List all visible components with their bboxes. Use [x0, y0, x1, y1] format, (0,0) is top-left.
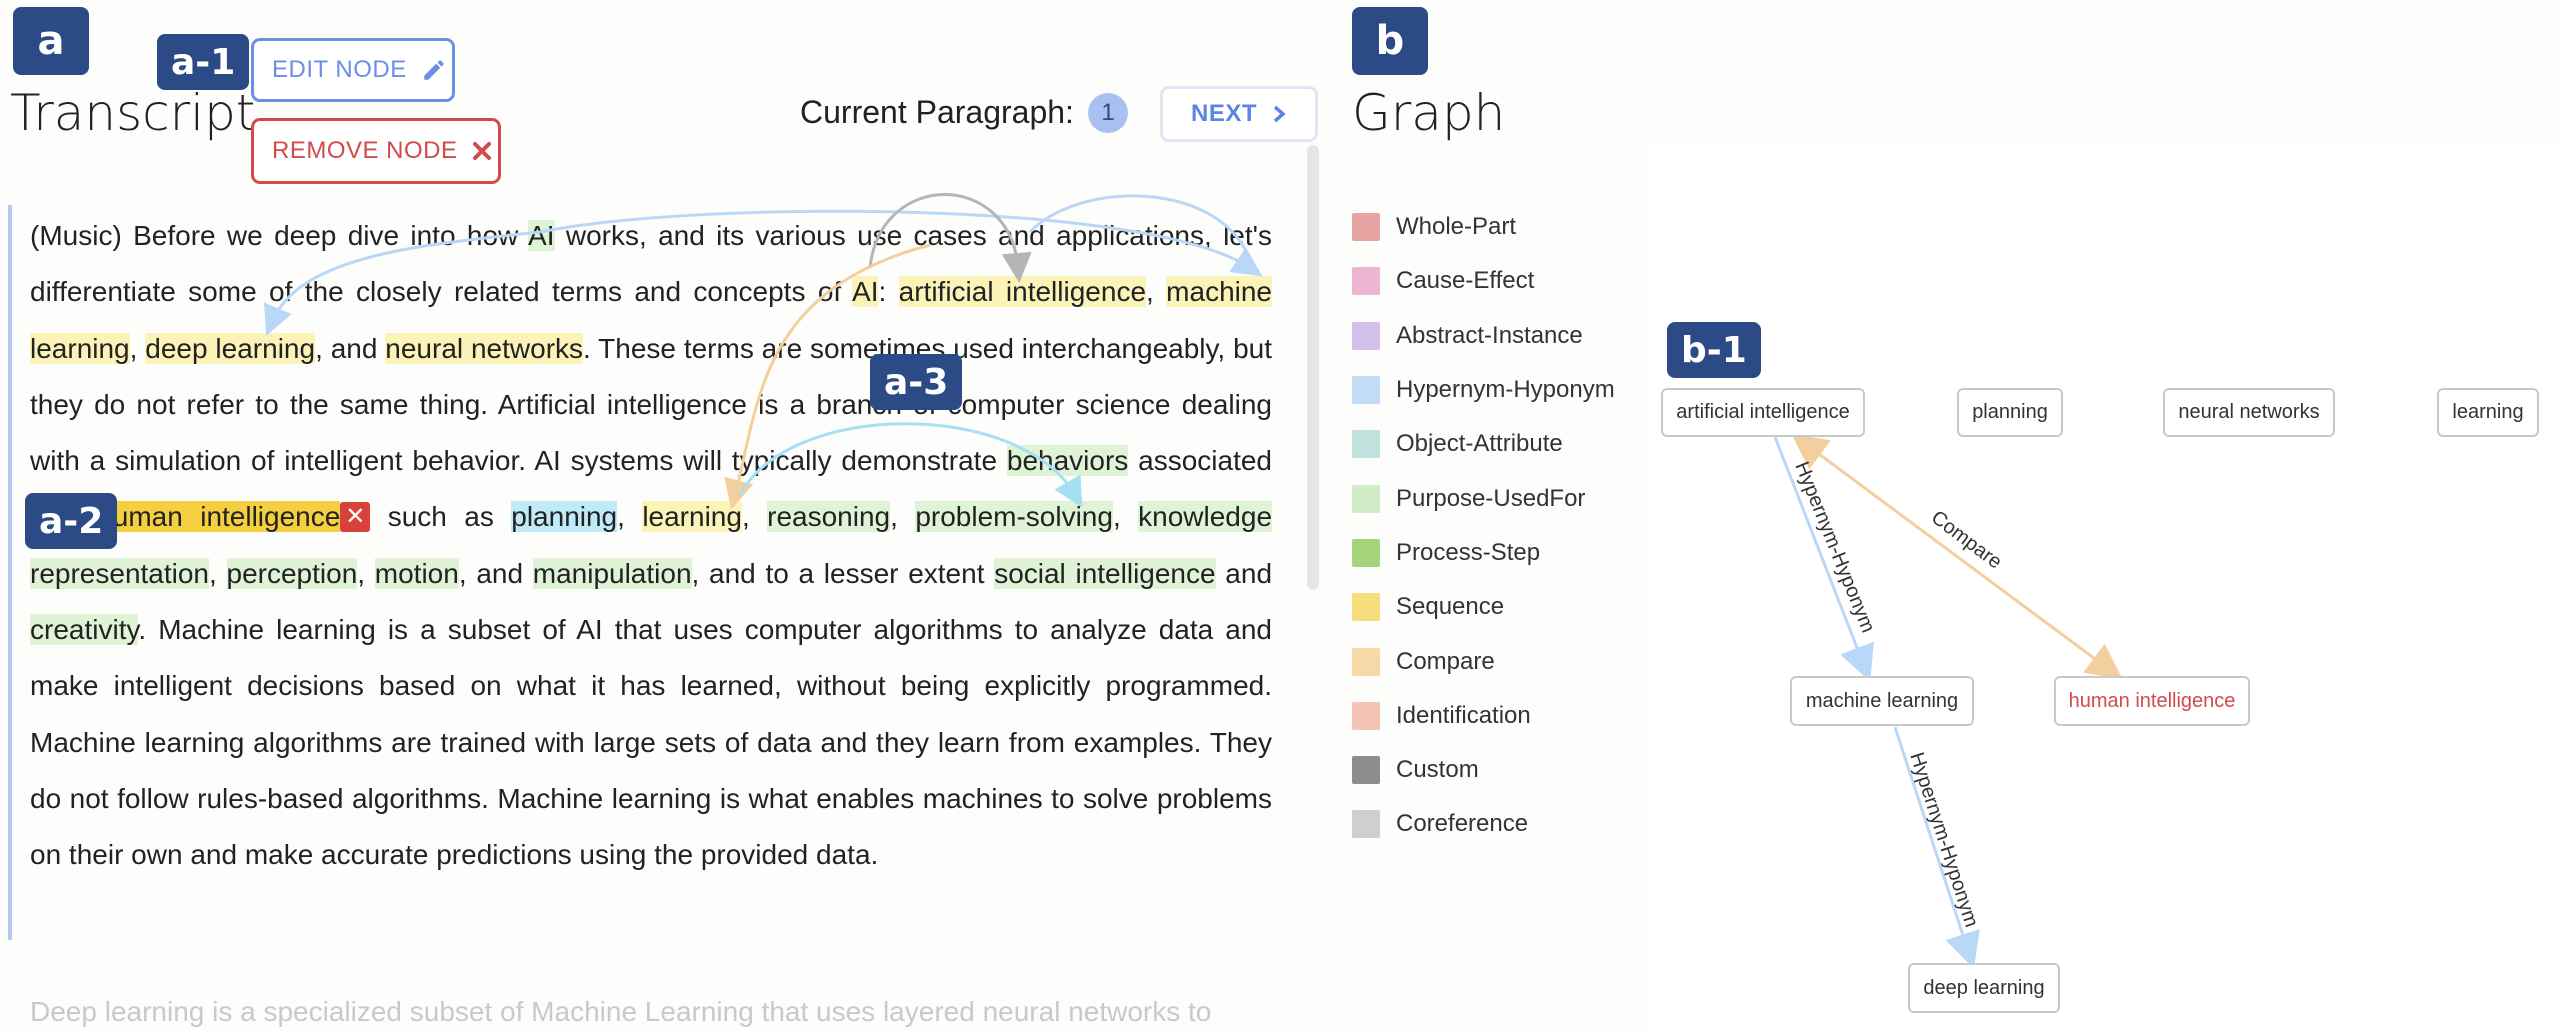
pencil-icon	[424, 60, 444, 80]
concept-ai[interactable]: AI	[528, 220, 555, 251]
legend-swatch	[1352, 267, 1380, 296]
next-paragraph-preview: Deep learning is a specialized subset of…	[30, 996, 1212, 1027]
concept-artificial-intelligence[interactable]: artificial intelligence	[898, 276, 1147, 308]
legend-item[interactable]: Sequence	[1352, 580, 1615, 634]
transcript-paragraph: (Music) Before we deep dive into how AI …	[30, 220, 1273, 871]
current-paragraph-label: Current Paragraph:	[800, 94, 1074, 130]
concept-social-intelligence[interactable]: social intelligence	[994, 557, 1216, 589]
legend-swatch	[1352, 430, 1380, 459]
legend-item[interactable]: Identification	[1352, 689, 1615, 743]
graph-node-deep-learning[interactable]: deep learning	[1908, 963, 2060, 1013]
concept-reasoning[interactable]: reasoning	[767, 501, 891, 533]
next-button[interactable]: NEXT	[1160, 86, 1318, 142]
graph-node-planning[interactable]: planning	[1957, 388, 2063, 437]
graph-node-learning[interactable]: learning	[2437, 388, 2539, 437]
annotation-tag-a2: a-2	[25, 493, 118, 549]
transcript-title: Transcript	[10, 84, 256, 142]
graph-node-neural-networks[interactable]: neural networks	[2163, 388, 2335, 437]
concept-manipulation[interactable]: manipulation	[532, 557, 692, 589]
legend-swatch	[1352, 213, 1380, 242]
annotation-tag-a1: a-1	[157, 34, 250, 90]
legend-item[interactable]: Process-Step	[1352, 526, 1615, 580]
concept-deep-learning[interactable]: deep learning	[145, 332, 316, 364]
legend-item[interactable]: Hypernym-Hyponym	[1352, 363, 1615, 417]
legend-item[interactable]: Object-Attribute	[1352, 417, 1615, 471]
concept-perception[interactable]: perception	[226, 557, 358, 589]
concept-neural-networks[interactable]: neural networks	[385, 332, 584, 364]
concept-problem-solving[interactable]: problem-solving	[915, 501, 1113, 533]
annotation-tag-a3: a-3	[870, 354, 963, 410]
edit-node-label: EDIT NODE	[272, 56, 407, 83]
graph-canvas[interactable]	[1650, 145, 2560, 1030]
legend-swatch	[1352, 593, 1380, 622]
remove-node-button[interactable]: REMOVE NODE	[251, 118, 501, 184]
concept-behaviors[interactable]: behaviors	[1006, 445, 1129, 477]
panel-tag-a: a	[13, 7, 89, 75]
legend-swatch	[1352, 810, 1380, 839]
legend-swatch	[1352, 538, 1380, 567]
next-label: NEXT	[1190, 100, 1257, 127]
graph-node-human-intelligence[interactable]: human intelligence	[2054, 676, 2250, 726]
concept-motion[interactable]: motion	[374, 557, 459, 589]
concept-creativity[interactable]: creativity	[30, 614, 139, 646]
panel-tag-b: b	[1352, 7, 1428, 75]
legend-swatch	[1352, 756, 1380, 785]
annotation-tag-b1: b-1	[1667, 322, 1761, 378]
legend-swatch	[1352, 484, 1380, 513]
chevron-right-icon	[1273, 105, 1286, 123]
close-icon	[472, 142, 491, 160]
graph-node-artificial-intelligence[interactable]: artificial intelligence	[1661, 388, 1865, 437]
concept-ai[interactable]: AI	[852, 276, 879, 308]
legend-item[interactable]: Abstract-Instance	[1352, 309, 1615, 363]
legend-swatch	[1352, 701, 1380, 730]
legend-item[interactable]: Compare	[1352, 634, 1615, 688]
concept-human-intelligence-selected[interactable]: human intelligence	[97, 501, 341, 533]
legend-swatch	[1352, 376, 1380, 405]
legend-item[interactable]: Cause-Effect	[1352, 254, 1615, 308]
graph-title: Graph	[1352, 84, 1506, 142]
concept-planning[interactable]: planning	[511, 501, 618, 533]
legend-item[interactable]: Whole-Part	[1352, 200, 1615, 254]
paragraph-indicator-bar	[8, 205, 12, 940]
graph-node-machine-learning[interactable]: machine learning	[1790, 676, 1974, 726]
legend-item[interactable]: Custom	[1352, 743, 1615, 797]
concept-learning[interactable]: learning	[642, 501, 742, 533]
current-paragraph-badge: 1	[1088, 93, 1128, 133]
edit-node-button[interactable]: EDIT NODE	[251, 38, 455, 102]
legend-item[interactable]: Coreference	[1352, 797, 1615, 851]
remove-node-label: REMOVE NODE	[272, 137, 458, 164]
legend-swatch	[1352, 647, 1380, 676]
relation-legend: Whole-Part Cause-Effect Abstract-Instanc…	[1352, 200, 1615, 852]
remove-highlight-icon[interactable]: ✕	[340, 502, 371, 533]
transcript-scrollbar[interactable]	[1307, 145, 1319, 590]
legend-swatch	[1352, 321, 1380, 350]
legend-item[interactable]: Purpose-UsedFor	[1352, 471, 1615, 525]
